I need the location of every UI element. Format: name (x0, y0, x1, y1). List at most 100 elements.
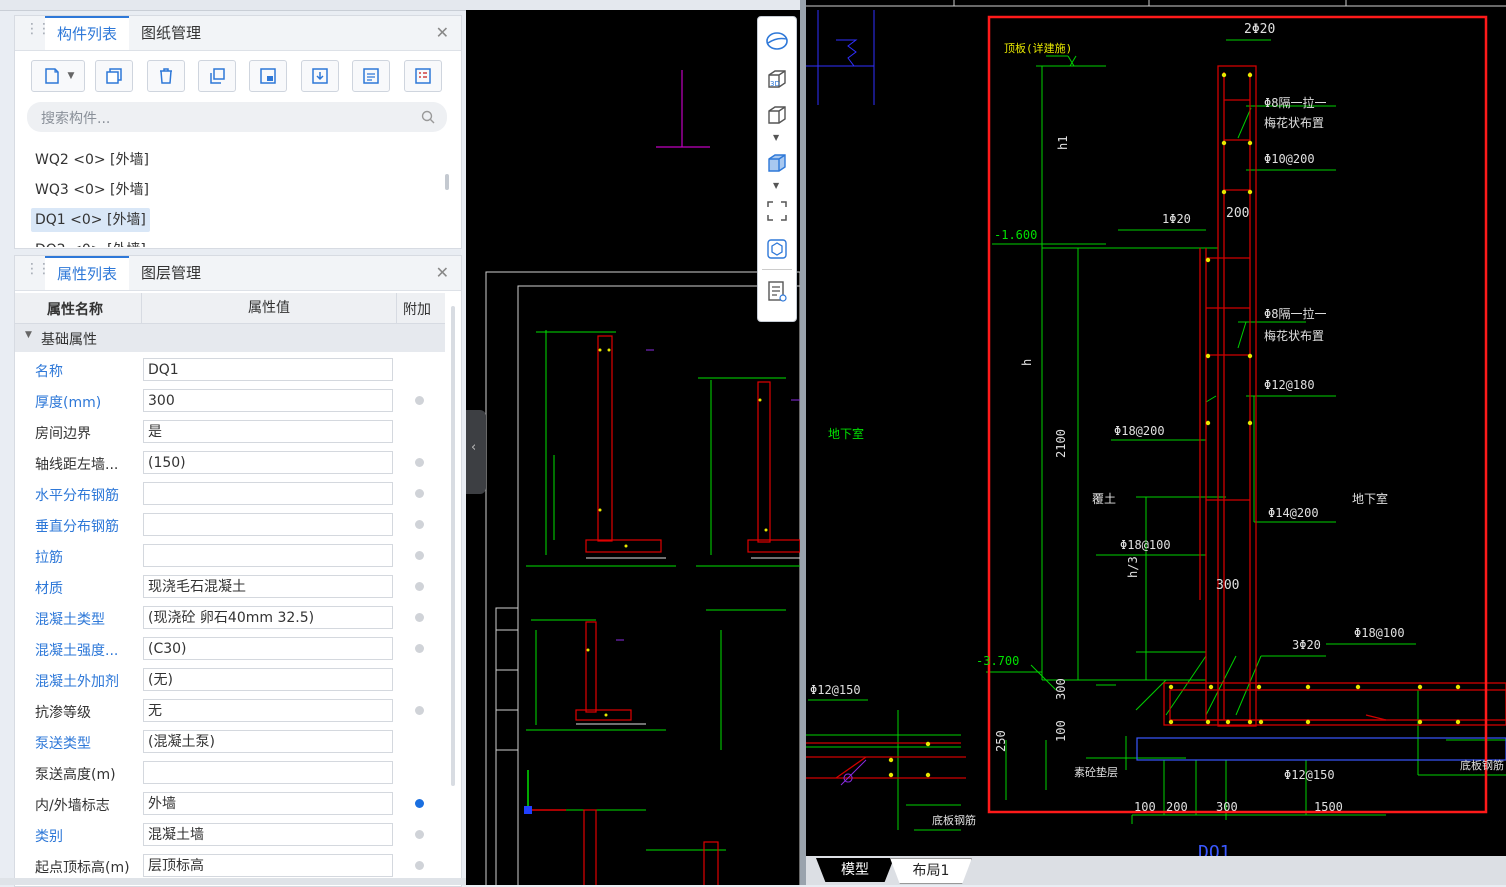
list-item[interactable]: DQ2 <0> [外墙] (31, 238, 150, 247)
property-row[interactable]: 抗渗等级 无 (15, 695, 445, 726)
property-value-field[interactable]: (现浇砼 卵石40mm 32.5) (143, 606, 393, 629)
property-value-field[interactable]: (150) (143, 451, 393, 474)
chevron-down-icon[interactable]: ▼ (773, 181, 779, 190)
extra-flag-dot[interactable] (415, 582, 424, 591)
property-value-field[interactable] (143, 544, 393, 567)
property-name[interactable]: 混凝土强度... (35, 640, 118, 660)
tab-layer-management[interactable]: 图层管理 (141, 256, 211, 290)
list-item-selected[interactable]: DQ1 <0> [外墙] (31, 208, 150, 232)
property-group-header[interactable]: ▼ 基础属性 (15, 324, 445, 352)
divider (762, 269, 792, 270)
property-row[interactable]: 拉筋 (15, 540, 445, 571)
property-value-field[interactable]: 现浇毛石混凝土 (143, 575, 393, 598)
extra-flag-dot[interactable] (415, 799, 424, 808)
property-value-field[interactable]: 混凝土墙 (143, 823, 393, 846)
property-row[interactable]: 混凝土外加剂 (无) (15, 664, 445, 695)
search-icon[interactable] (421, 110, 435, 124)
new-component-button[interactable]: ▼ (31, 60, 85, 92)
property-name[interactable]: 垂直分布钢筋 (35, 516, 119, 536)
extra-flag-dot[interactable] (415, 489, 424, 498)
3d-view-icon[interactable]: 3D (765, 67, 789, 91)
fullscreen-icon[interactable] (765, 199, 789, 223)
property-row[interactable]: 房间边界 是 (15, 416, 445, 447)
property-value-field[interactable]: (C30) (143, 637, 393, 660)
copy-component-button[interactable] (95, 60, 133, 92)
extra-flag-dot[interactable] (415, 830, 424, 839)
extra-flag-dot[interactable] (415, 520, 424, 529)
property-row[interactable]: 类别 混凝土墙 (15, 819, 445, 850)
chevron-down-icon[interactable]: ▼ (773, 133, 779, 142)
tab-model[interactable]: 模型 (816, 858, 894, 882)
sort-button[interactable] (352, 60, 390, 92)
collapse-panel-handle[interactable]: ‹ (466, 410, 486, 494)
property-value-field[interactable]: 无 (143, 699, 393, 722)
extra-flag-dot[interactable] (415, 644, 424, 653)
property-row[interactable]: 起点顶标高(m) 层顶标高 (15, 850, 445, 881)
property-name[interactable]: 材质 (35, 578, 63, 598)
property-name[interactable]: 拉筋 (35, 547, 63, 567)
property-value-field[interactable]: DQ1 (143, 358, 393, 381)
box-view-icon[interactable] (765, 103, 789, 127)
property-row[interactable]: 泵送高度(m) (15, 757, 445, 788)
property-value-field[interactable]: 是 (143, 420, 393, 443)
tab-layout1[interactable]: 布局1 (890, 858, 972, 884)
scrollbar[interactable] (451, 306, 455, 786)
property-value-field[interactable]: 层顶标高 (143, 854, 393, 877)
import-button[interactable] (301, 60, 339, 92)
report-icon[interactable] (765, 279, 789, 303)
tab-property-list[interactable]: 属性列表 (45, 256, 129, 290)
search-input[interactable]: 搜索构件... (27, 102, 447, 132)
chevron-down-icon[interactable]: ▼ (68, 71, 75, 81)
property-row[interactable]: 混凝土类型 (现浇砼 卵石40mm 32.5) (15, 602, 445, 633)
extra-flag-dot[interactable] (415, 613, 424, 622)
property-row[interactable]: 混凝土强度... (C30) (15, 633, 445, 664)
extra-flag-dot[interactable] (415, 396, 424, 405)
property-name[interactable]: 名称 (35, 361, 63, 381)
extra-flag-dot[interactable] (415, 861, 424, 870)
property-value-field[interactable] (143, 482, 393, 505)
property-row[interactable]: 垂直分布钢筋 (15, 509, 445, 540)
property-row[interactable]: 水平分布钢筋 (15, 478, 445, 509)
copy-from-project-button[interactable] (249, 60, 287, 92)
property-row[interactable]: 泵送类型 (混凝土泵) (15, 726, 445, 757)
delete-button[interactable] (147, 60, 185, 92)
property-name[interactable]: 混凝土外加剂 (35, 671, 119, 691)
property-row[interactable]: 轴线距左墙... (150) (15, 447, 445, 478)
property-row[interactable]: 内/外墙标志 外墙 (15, 788, 445, 819)
property-name[interactable]: 泵送类型 (35, 733, 91, 753)
property-name[interactable]: 厚度(mm) (35, 392, 101, 412)
property-row[interactable]: 材质 现浇毛石混凝土 (15, 571, 445, 602)
solid-view-icon[interactable] (765, 151, 789, 175)
property-value-field[interactable]: (混凝土泵) (143, 730, 393, 753)
property-value-field[interactable] (143, 513, 393, 536)
cad-overview-canvas[interactable]: ‹ (466, 10, 800, 885)
drawing-label-v12-150a: Φ12@150 (810, 683, 861, 697)
list-item[interactable]: WQ2 <0> [外墙] (31, 148, 153, 172)
property-row[interactable]: 厚度(mm) 300 (15, 385, 445, 416)
property-value-field[interactable]: 300 (143, 389, 393, 412)
close-icon[interactable]: ✕ (436, 23, 449, 42)
component-view-icon[interactable] (765, 237, 789, 261)
collapse-triangle-icon[interactable]: ▼ (25, 330, 32, 340)
property-value-field[interactable]: (无) (143, 668, 393, 691)
filter-button[interactable] (404, 60, 442, 92)
cad-detail-canvas[interactable]: 2Φ20 顶板(详建施) Φ8隔一拉一 梅花状布置 Φ10@200 200 1Φ20 -1.6… (806, 0, 1506, 856)
extra-flag-dot[interactable] (415, 458, 424, 467)
duplicate-button[interactable] (198, 60, 236, 92)
list-item[interactable]: WQ3 <0> [外墙] (31, 178, 153, 202)
property-name[interactable]: 水平分布钢筋 (35, 485, 119, 505)
component-panel-tabs: ⋮⋮ 构件列表 图纸管理 ✕ (15, 16, 461, 51)
extra-flag-dot[interactable] (415, 706, 424, 715)
tab-component-list[interactable]: 构件列表 (45, 16, 129, 50)
extra-flag-dot[interactable] (415, 551, 424, 560)
property-name[interactable]: 类别 (35, 826, 63, 846)
close-icon[interactable]: ✕ (436, 263, 449, 282)
property-value-field[interactable] (143, 761, 393, 784)
property-value-field[interactable]: 外墙 (143, 792, 393, 815)
column-value-header: 属性值 (141, 293, 397, 323)
orbit-icon[interactable] (765, 29, 789, 53)
tab-drawing-management[interactable]: 图纸管理 (141, 16, 211, 50)
property-name[interactable]: 混凝土类型 (35, 609, 105, 629)
property-row[interactable]: 名称 DQ1 (15, 354, 445, 385)
scrollbar[interactable] (445, 174, 449, 190)
